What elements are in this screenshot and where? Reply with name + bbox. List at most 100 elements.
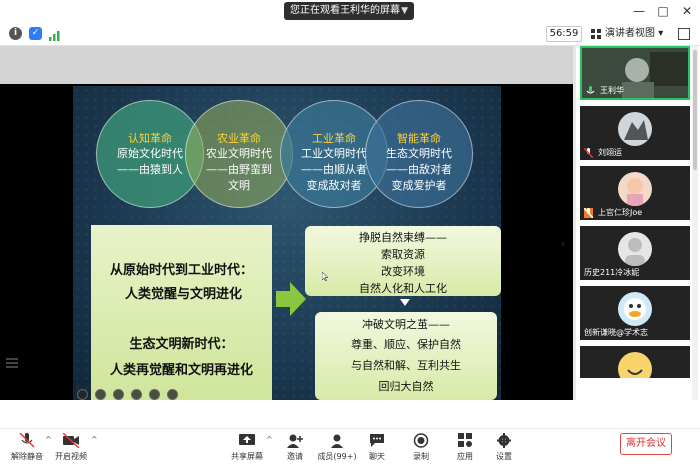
chevron-down-icon[interactable]: ▼ bbox=[401, 2, 408, 20]
maximize-button[interactable]: □ bbox=[654, 2, 672, 20]
circle-line: 变成爱护者 bbox=[391, 179, 447, 192]
left-box-line: 生态文明新时代： bbox=[129, 337, 234, 352]
settings-button[interactable]: 设置 bbox=[481, 433, 527, 462]
signal-icon[interactable] bbox=[48, 27, 61, 41]
participant-tile[interactable] bbox=[580, 346, 690, 378]
avatar bbox=[618, 292, 652, 326]
share-screen-button[interactable]: 共享屏幕 bbox=[224, 433, 270, 462]
participant-tile[interactable]: 上官仁珍Joe bbox=[580, 166, 690, 220]
circle-line: 农业文明时代 bbox=[206, 147, 272, 160]
slide-right-box-bottom: 冲破文明之茧—— 尊重、顺应、保护自然 与自然和解、互利共生 回归大自然 bbox=[315, 312, 497, 400]
chat-button[interactable]: 聊天 bbox=[354, 433, 400, 462]
right-box-line: 索取资源 bbox=[381, 248, 425, 261]
participant-name: 上官仁珍Joe bbox=[598, 208, 643, 217]
menu-icon[interactable] bbox=[6, 357, 18, 369]
record-label: 录制 bbox=[413, 452, 429, 461]
gear-icon bbox=[497, 433, 511, 448]
share-screen-icon bbox=[239, 434, 255, 445]
stage-footer bbox=[0, 400, 700, 428]
record-button[interactable]: 录制 bbox=[398, 433, 444, 462]
slide-left-box: 从原始时代到工业时代： 人类觉醒与文明进化 生态文明新时代： 人类再觉醒和文明再… bbox=[91, 225, 272, 403]
left-box-line: 人类觉醒与文明进化 bbox=[124, 287, 242, 302]
avatar bbox=[618, 232, 652, 266]
down-arrow-icon bbox=[400, 299, 410, 306]
right-box-line: 自然人化和人工化 bbox=[359, 282, 447, 295]
participant-tile[interactable]: 历史211冷冰妮 bbox=[580, 226, 690, 280]
right-arrow-icon bbox=[276, 282, 306, 316]
slide-pen-icon[interactable] bbox=[95, 389, 106, 400]
participant-name: 历史211冷冰妮 bbox=[584, 268, 640, 277]
invite-label: 邀请 bbox=[287, 452, 303, 461]
screen-share-title: 您正在观看王利华的屏幕 bbox=[290, 5, 400, 16]
circle-title: 智能革命 bbox=[397, 132, 441, 145]
slide-right-box-top: 挣脱自然束缚—— 索取资源 改变环境 自然人化和人工化 bbox=[305, 226, 501, 296]
circle-line: 生态文明时代 bbox=[386, 147, 452, 160]
slide-menu-icon[interactable] bbox=[149, 389, 160, 400]
participant-name: 刘翊运 bbox=[598, 148, 622, 157]
participant-tile[interactable]: 王利华 bbox=[580, 46, 690, 100]
invite-button[interactable]: 邀请 bbox=[272, 433, 318, 462]
meeting-toolbar: 解除静音 ^ 开启视频 ^ 共享屏幕 ^ 邀请 成员(99+) 聊天 录制 应用… bbox=[0, 428, 700, 466]
leave-meeting-button[interactable]: 离开会议 bbox=[620, 433, 672, 455]
settings-label: 设置 bbox=[496, 452, 512, 461]
muted-microphone-icon bbox=[19, 433, 35, 448]
meeting-info-bar: i ✓ 56:59 演讲者视图 ▾ bbox=[0, 22, 700, 46]
minimize-button[interactable]: — bbox=[630, 2, 648, 20]
circle-agricultural-revolution: 农业革命 农业文明时代 ——由野蛮到 文明 bbox=[185, 100, 293, 208]
members-icon bbox=[331, 434, 343, 448]
unmute-label: 解除静音 bbox=[11, 452, 43, 461]
info-icon[interactable]: i bbox=[9, 27, 22, 40]
speaker-view-label: 演讲者视图 bbox=[605, 28, 655, 39]
right-box-line: 尊重、顺应、保护自然 bbox=[351, 338, 461, 351]
right-box-line: 冲破文明之茧—— bbox=[362, 318, 450, 331]
start-video-label: 开启视频 bbox=[55, 452, 87, 461]
share-screen-label: 共享屏幕 bbox=[231, 452, 263, 461]
circle-line: 文明 bbox=[228, 179, 250, 192]
scrollbar-thumb[interactable] bbox=[693, 50, 697, 170]
circle-line: ——由野蛮到 bbox=[206, 163, 272, 176]
next-slide-icon[interactable] bbox=[167, 389, 178, 400]
participant-name: 王利华 bbox=[600, 86, 624, 95]
record-icon bbox=[413, 433, 429, 448]
right-box-line: 与自然和解、互利共生 bbox=[351, 359, 461, 372]
chevron-down-icon: ▾ bbox=[658, 28, 664, 39]
left-box-line: 从原始时代到工业时代： bbox=[109, 263, 253, 278]
grid-icon bbox=[591, 29, 601, 39]
slide-grid-icon[interactable] bbox=[113, 389, 124, 400]
speaker-view-button[interactable]: 演讲者视图 ▾ bbox=[588, 26, 670, 42]
screen-share-banner[interactable]: 您正在观看王利华的屏幕 ▼ bbox=[284, 2, 414, 20]
close-button[interactable]: ✕ bbox=[678, 2, 696, 20]
avatar bbox=[618, 172, 652, 206]
participant-name bbox=[580, 364, 690, 378]
avatar bbox=[618, 112, 652, 146]
collapse-panel-icon[interactable]: › bbox=[561, 237, 565, 250]
circle-title: 农业革命 bbox=[217, 132, 261, 145]
unmute-button[interactable]: 解除静音 bbox=[4, 433, 50, 462]
presentation-slide: 认知革命 原始文化时代 ——由猿到人 农业革命 农业文明时代 ——由野蛮到 文明… bbox=[73, 86, 501, 403]
participant-panel: 王利华 刘翊运 上官仁珍Joe 历史211冷冰妮 创新谦晓@学术志 bbox=[576, 46, 700, 400]
circle-line: ——由敌对者 bbox=[386, 163, 452, 176]
start-video-button[interactable]: 开启视频 bbox=[48, 433, 94, 462]
muted-camera-icon bbox=[62, 433, 80, 448]
circle-intelligent-revolution: 智能革命 生态文明时代 ——由敌对者 变成爱护者 bbox=[365, 100, 473, 208]
previous-slide-icon[interactable] bbox=[77, 389, 88, 400]
right-box-line: 回归大自然 bbox=[378, 380, 434, 393]
video-options-caret[interactable]: ^ bbox=[91, 435, 98, 444]
slide-zoom-icon[interactable] bbox=[131, 389, 142, 400]
mouse-pointer-icon bbox=[322, 272, 328, 281]
right-box-line: 改变环境 bbox=[381, 265, 425, 278]
participant-tile[interactable]: 创新谦晓@学术志 bbox=[580, 286, 690, 340]
chat-icon bbox=[370, 434, 384, 447]
chat-label: 聊天 bbox=[369, 452, 385, 461]
fullscreen-icon[interactable] bbox=[678, 28, 690, 40]
participant-tile[interactable]: 刘翊运 bbox=[580, 106, 690, 160]
meeting-timer: 56:59 bbox=[546, 26, 582, 42]
title-bar: 您正在观看王利华的屏幕 ▼ — □ ✕ bbox=[0, 0, 700, 22]
left-box-line: 人类再觉醒和文明再进化 bbox=[109, 363, 253, 378]
shield-icon[interactable]: ✓ bbox=[29, 27, 42, 40]
right-box-line: 挣脱自然束缚—— bbox=[359, 231, 447, 244]
panel-scrollbar[interactable] bbox=[692, 46, 698, 400]
participant-name: 创新谦晓@学术志 bbox=[584, 328, 648, 337]
apps-icon bbox=[458, 433, 472, 447]
add-user-icon bbox=[287, 434, 303, 448]
